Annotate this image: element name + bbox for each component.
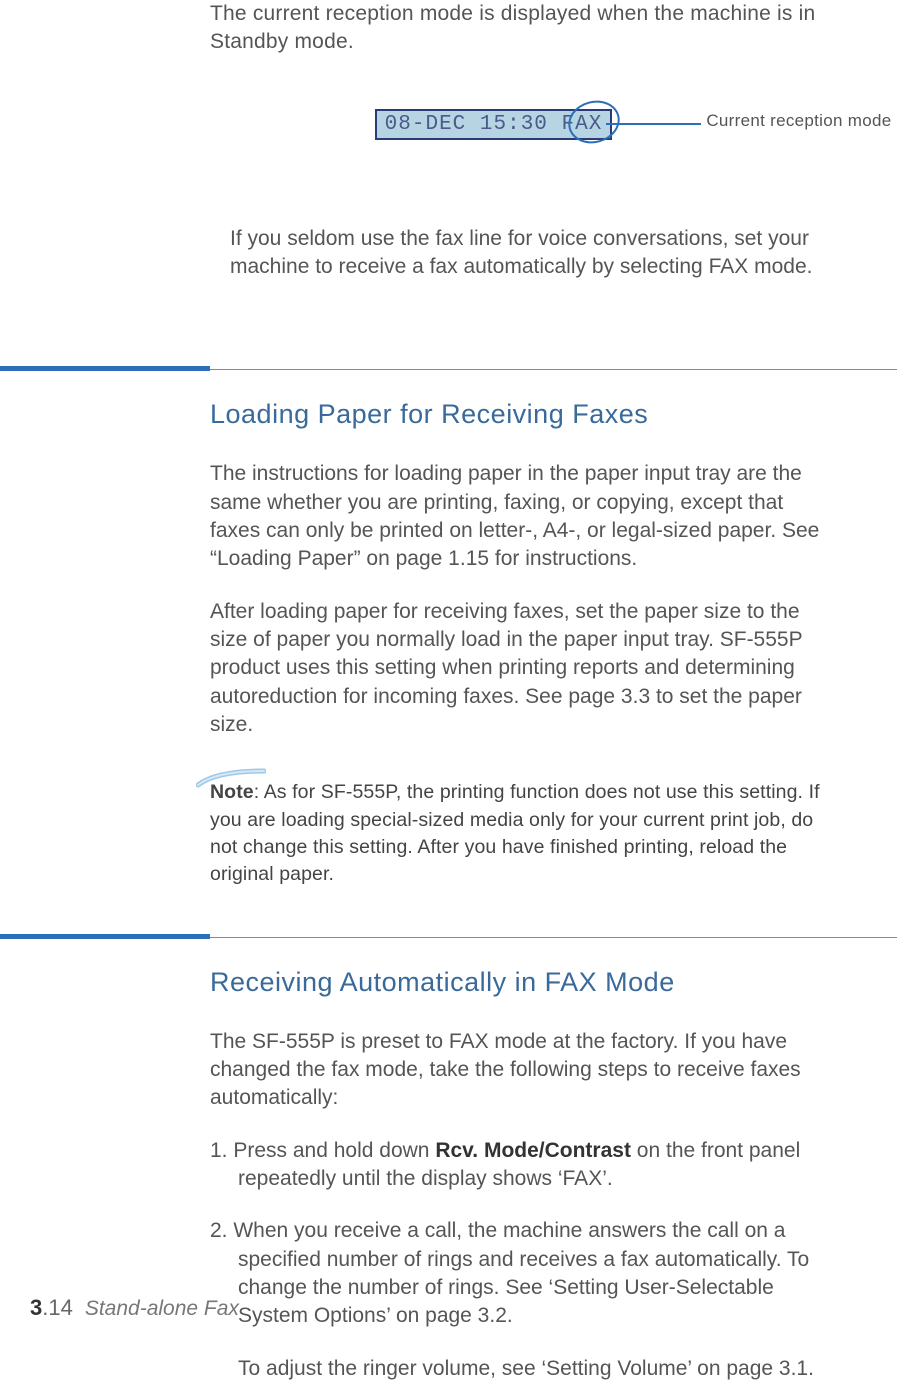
section-heading-loading-paper: Loading Paper for Receiving Faxes bbox=[210, 399, 837, 430]
ringer-volume-note: To adjust the ringer volume, see ‘Settin… bbox=[238, 1355, 837, 1383]
lcd-screen: 08-DEC 15:30 FAX bbox=[375, 109, 613, 140]
note-block: Note: As for SF-555P, the printing funct… bbox=[210, 779, 837, 888]
note-swoosh-icon bbox=[196, 767, 266, 789]
page-number: 3.14 bbox=[30, 1295, 73, 1321]
callout-label: Current reception mode bbox=[706, 111, 891, 131]
lcd-wrapper: 08-DEC 15:30 FAX Current reception mode bbox=[375, 109, 613, 140]
page-footer: 3.14 Stand-alone Fax bbox=[30, 1295, 239, 1321]
page-suffix: .14 bbox=[42, 1295, 73, 1320]
loading-paper-para1: The instructions for loading paper in th… bbox=[210, 460, 837, 573]
loading-paper-para2: After loading paper for receiving faxes,… bbox=[210, 598, 837, 740]
callout-line-icon bbox=[606, 123, 701, 125]
step-2: 2. When you receive a call, the machine … bbox=[210, 1217, 837, 1330]
intro-paragraph: The current reception mode is displayed … bbox=[210, 0, 837, 57]
footer-section-label: Stand-alone Fax bbox=[85, 1297, 239, 1321]
section-heading-auto-fax: Receiving Automatically in FAX Mode bbox=[210, 967, 837, 998]
section-divider bbox=[210, 937, 837, 943]
step-1: 1. Press and hold down Rcv. Mode/Contras… bbox=[210, 1137, 837, 1194]
fax-mode-recommendation: If you seldom use the fax line for voice… bbox=[230, 225, 837, 282]
lcd-display-figure: 08-DEC 15:30 FAX Current reception mode bbox=[210, 95, 837, 155]
auto-fax-intro: The SF-555P is preset to FAX mode at the… bbox=[210, 1028, 837, 1113]
page-content: The current reception mode is displayed … bbox=[210, 0, 837, 1383]
step1-pre: 1. Press and hold down bbox=[210, 1139, 435, 1162]
section-divider bbox=[210, 369, 837, 375]
note-body: : As for SF-555P, the printing function … bbox=[210, 781, 820, 885]
chapter-number: 3 bbox=[30, 1295, 42, 1320]
note-text: Note: As for SF-555P, the printing funct… bbox=[210, 779, 837, 888]
rcv-mode-contrast-label: Rcv. Mode/Contrast bbox=[435, 1139, 631, 1162]
